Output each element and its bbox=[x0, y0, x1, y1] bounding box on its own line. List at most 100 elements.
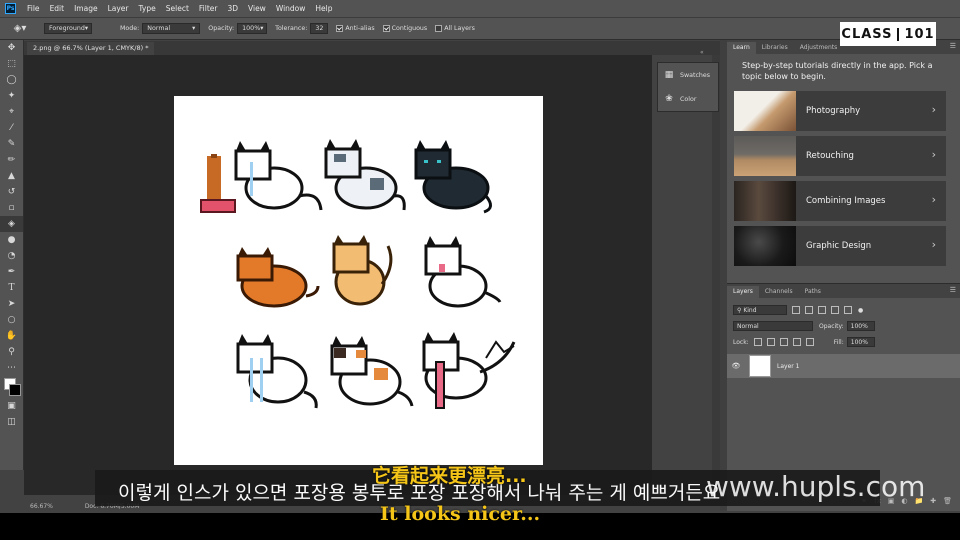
layers-panel-tabs: Layers Channels Paths ☰ bbox=[727, 284, 960, 298]
tolerance-label: Tolerance: bbox=[275, 25, 308, 32]
mode-select[interactable]: Normal ▾ bbox=[142, 23, 201, 34]
color-panel-button[interactable]: ❀ Color bbox=[658, 87, 718, 111]
new-layer-icon[interactable]: ✚ bbox=[930, 497, 936, 509]
menu-3d[interactable]: 3D bbox=[222, 4, 243, 13]
paint-bucket-tool-icon[interactable]: ◈ bbox=[0, 216, 23, 232]
filter-toggle-icon[interactable]: ● bbox=[858, 307, 863, 314]
topic-retouching[interactable]: Retouching › bbox=[734, 136, 946, 176]
lock-image-icon[interactable] bbox=[766, 338, 775, 346]
history-brush-tool-icon[interactable]: ↺ bbox=[0, 184, 23, 200]
lock-transparent-icon[interactable] bbox=[753, 338, 762, 346]
panel-menu-icon[interactable]: ☰ bbox=[950, 42, 956, 50]
menu-layer[interactable]: Layer bbox=[103, 4, 134, 13]
opacity-field[interactable]: 100% ▾ bbox=[237, 23, 268, 34]
more-tools-icon[interactable]: ⋯ bbox=[0, 360, 23, 376]
lock-artboard-icon[interactable] bbox=[792, 338, 801, 346]
menu-view[interactable]: View bbox=[243, 4, 271, 13]
type-tool-icon[interactable]: T bbox=[0, 280, 23, 296]
color-swatches[interactable] bbox=[0, 376, 23, 398]
collapsed-panel-group: ▦ Swatches ❀ Color bbox=[657, 62, 719, 112]
eye-icon[interactable]: 👁 bbox=[727, 362, 745, 370]
filter-kind-select[interactable]: ⚲ Kind bbox=[733, 305, 787, 315]
brush-tool-icon[interactable]: ✏ bbox=[0, 152, 23, 168]
contiguous-checkbox[interactable] bbox=[382, 25, 390, 32]
trash-icon[interactable]: 🗑 bbox=[943, 497, 952, 509]
shape-filter-icon[interactable] bbox=[831, 306, 839, 314]
menu-select[interactable]: Select bbox=[161, 4, 194, 13]
dodge-tool-icon[interactable]: ◔ bbox=[0, 248, 23, 264]
hand-tool-icon[interactable]: ✋ bbox=[0, 328, 23, 344]
chevron-right-icon: › bbox=[931, 103, 936, 116]
path-selection-tool-icon[interactable]: ➤ bbox=[0, 296, 23, 312]
menu-file[interactable]: File bbox=[22, 4, 45, 13]
magic-wand-tool-icon[interactable]: ✦ bbox=[0, 88, 23, 104]
lock-position-icon[interactable] bbox=[779, 338, 788, 346]
crop-tool-icon[interactable]: ⌖ bbox=[0, 104, 23, 120]
healing-brush-tool-icon[interactable]: ✎ bbox=[0, 136, 23, 152]
menu-image[interactable]: Image bbox=[69, 4, 103, 13]
collapse-panels-icon[interactable]: « bbox=[700, 49, 704, 56]
cat-calico-orange bbox=[330, 336, 414, 407]
topic-graphic-design[interactable]: Graphic Design › bbox=[734, 226, 946, 266]
document-tab[interactable]: 2.png @ 66.7% (Layer 1, CMYK/8) * bbox=[27, 42, 155, 55]
blend-mode-select[interactable]: Normal bbox=[733, 321, 813, 331]
blend-row: Normal Opacity: 100% bbox=[727, 318, 960, 334]
anti-alias-checkbox[interactable] bbox=[336, 25, 344, 32]
mode-value: Normal bbox=[147, 25, 171, 32]
tab-paths[interactable]: Paths bbox=[799, 286, 827, 298]
topic-combining-images[interactable]: Combining Images › bbox=[734, 181, 946, 221]
swatches-panel-button[interactable]: ▦ Swatches bbox=[658, 63, 718, 87]
eraser-tool-icon[interactable]: ▫ bbox=[0, 200, 23, 216]
color-label: Color bbox=[680, 95, 697, 103]
lock-all-icon[interactable] bbox=[805, 338, 814, 346]
tab-channels[interactable]: Channels bbox=[759, 286, 799, 298]
eyedropper-tool-icon[interactable]: ⁄ bbox=[0, 120, 23, 136]
cat-white-tongue bbox=[424, 236, 502, 308]
smart-object-filter-icon[interactable] bbox=[844, 306, 852, 314]
zoom-level[interactable]: 66.67% bbox=[30, 503, 53, 510]
topic-label: Retouching bbox=[806, 151, 854, 161]
screen-mode-icon[interactable]: ◫ bbox=[0, 414, 23, 430]
document-canvas[interactable] bbox=[174, 96, 543, 465]
fill-source-select[interactable]: Foreground ▾ bbox=[44, 23, 92, 34]
menu-type[interactable]: Type bbox=[134, 4, 161, 13]
adjustment-filter-icon[interactable] bbox=[805, 306, 813, 314]
pen-tool-icon[interactable]: ✒ bbox=[0, 264, 23, 280]
quick-mask-icon[interactable]: ▣ bbox=[0, 398, 23, 414]
english-subtitle: It looks nicer... bbox=[380, 503, 541, 525]
swatches-grid-icon: ▦ bbox=[664, 70, 674, 80]
chevron-down-icon: ▾ bbox=[192, 25, 196, 32]
shape-tool-icon[interactable]: ○ bbox=[0, 312, 23, 328]
layer-opacity-value: 100% bbox=[850, 323, 868, 330]
tab-adjustments[interactable]: Adjustments bbox=[794, 42, 844, 54]
lasso-tool-icon[interactable]: ◯ bbox=[0, 72, 23, 88]
pixel-filter-icon[interactable] bbox=[792, 306, 800, 314]
blur-tool-icon[interactable]: ● bbox=[0, 232, 23, 248]
topic-photography[interactable]: Photography › bbox=[734, 91, 946, 131]
layer-fill-field[interactable]: 100% bbox=[846, 337, 875, 347]
vertical-scrollbar[interactable] bbox=[712, 55, 720, 500]
menu-help[interactable]: Help bbox=[310, 4, 337, 13]
chevron-down-icon: ▾ bbox=[260, 25, 264, 32]
layer-opacity-field[interactable]: 100% bbox=[846, 321, 875, 331]
paint-bucket-preset-icon[interactable]: ◈▾ bbox=[6, 21, 34, 37]
zoom-tool-icon[interactable]: ⚲ bbox=[0, 344, 23, 360]
menu-window[interactable]: Window bbox=[271, 4, 311, 13]
layer-row[interactable]: 👁 Layer 1 bbox=[727, 354, 960, 378]
type-filter-icon[interactable] bbox=[818, 306, 826, 314]
menu-filter[interactable]: Filter bbox=[194, 4, 223, 13]
combining-images-thumbnail bbox=[734, 181, 796, 221]
panel-menu-icon[interactable]: ☰ bbox=[950, 286, 956, 294]
move-tool-icon[interactable]: ✥ bbox=[0, 40, 23, 56]
all-layers-checkbox[interactable] bbox=[435, 25, 443, 32]
tolerance-field[interactable]: 32 bbox=[310, 23, 329, 34]
tab-libraries[interactable]: Libraries bbox=[756, 42, 794, 54]
layer-name[interactable]: Layer 1 bbox=[777, 363, 799, 370]
clone-stamp-tool-icon[interactable]: ▲ bbox=[0, 168, 23, 184]
background-color-swatch[interactable] bbox=[9, 384, 21, 396]
tab-layers[interactable]: Layers bbox=[727, 286, 759, 298]
tab-learn[interactable]: Learn bbox=[727, 42, 756, 54]
marquee-tool-icon[interactable]: ⬚ bbox=[0, 56, 23, 72]
menu-edit[interactable]: Edit bbox=[45, 4, 70, 13]
topic-label: Photography bbox=[806, 106, 861, 116]
